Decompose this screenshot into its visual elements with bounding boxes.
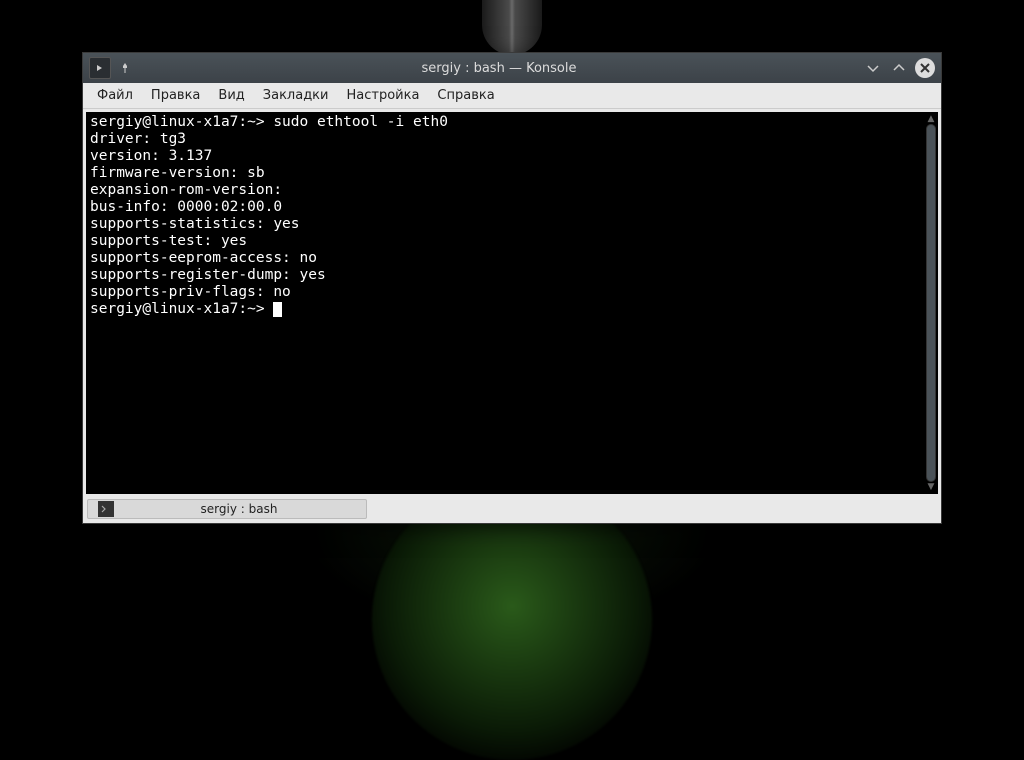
terminal-output[interactable]: sergiy@linux-x1a7:~> sudo ethtool -i eth…	[86, 112, 938, 494]
minimize-button[interactable]	[863, 58, 883, 78]
menu-view[interactable]: Вид	[210, 85, 252, 106]
terminal-area: sergiy@linux-x1a7:~> sudo ethtool -i eth…	[86, 112, 938, 494]
titlebar[interactable]: sergiy : bash — Konsole	[83, 53, 941, 83]
app-menu-icon[interactable]	[89, 57, 111, 79]
scroll-up-icon[interactable]: ▲	[928, 114, 935, 124]
scroll-thumb[interactable]	[926, 124, 936, 482]
pin-icon[interactable]	[115, 58, 135, 78]
tab-session[interactable]: sergiy : bash	[87, 499, 367, 519]
scroll-down-icon[interactable]: ▼	[928, 482, 935, 492]
terminal-cursor	[273, 302, 282, 317]
maximize-button[interactable]	[889, 58, 909, 78]
terminal-icon	[98, 501, 114, 517]
window-title: sergiy : bash — Konsole	[135, 61, 863, 76]
menu-edit[interactable]: Правка	[143, 85, 208, 106]
close-button[interactable]	[915, 58, 935, 78]
menu-file[interactable]: Файл	[89, 85, 141, 106]
menu-settings[interactable]: Настройка	[338, 85, 427, 106]
tabbar: sergiy : bash	[83, 497, 941, 523]
menubar: Файл Правка Вид Закладки Настройка Справ…	[83, 83, 941, 109]
scroll-track[interactable]	[926, 124, 936, 482]
konsole-window: sergiy : bash — Konsole Файл Правка Вид …	[82, 52, 942, 524]
menu-bookmarks[interactable]: Закладки	[255, 85, 337, 106]
menu-help[interactable]: Справка	[429, 85, 502, 106]
scrollbar[interactable]: ▲ ▼	[926, 114, 936, 492]
tab-label: sergiy : bash	[122, 502, 356, 516]
background-tube	[482, 0, 542, 55]
